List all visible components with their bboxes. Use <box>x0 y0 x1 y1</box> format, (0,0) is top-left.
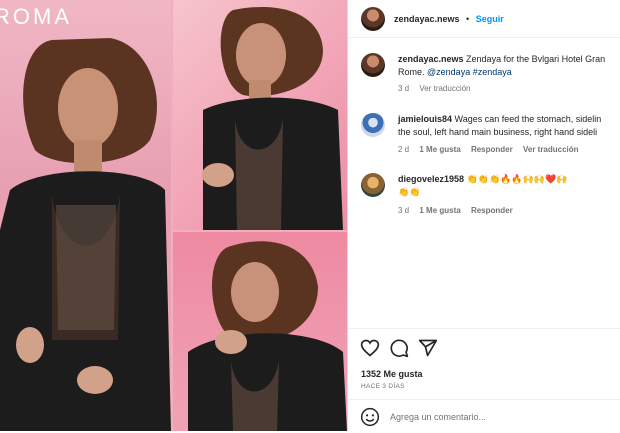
comment-time: 3 d <box>398 206 410 215</box>
photo-panel-left: ROMA <box>0 0 171 431</box>
comment-username[interactable]: diegovelez1958 <box>398 174 464 184</box>
heart-icon[interactable] <box>360 338 380 358</box>
caption: zendayac.news Zendaya for the Bvlgari Ho… <box>398 53 605 79</box>
caption-hashtags[interactable]: @zendaya #zendaya <box>427 67 512 77</box>
photo-panel-top-right <box>173 0 347 230</box>
author-username[interactable]: zendayac.news <box>394 14 460 24</box>
caption-time: 3 d <box>398 84 410 93</box>
caption-avatar[interactable] <box>361 53 385 77</box>
caption-translate-link[interactable]: Ver traducción <box>419 84 470 93</box>
comment-diegovelez1958: diegovelez1958 👏👏👏🔥🔥🙌🙌❤️🙌 👏👏 <box>398 173 567 199</box>
caption-text-line2: Rome. <box>398 67 425 77</box>
post-header: zendayac.news • Seguir <box>348 0 620 38</box>
post-actions: 1352 Me gusta HACE 3 DÍAS Agrega un come… <box>348 328 620 432</box>
caption-text: Zendaya for the Bvlgari Hotel Gran <box>466 54 606 64</box>
comment-text: 👏👏👏🔥🔥🙌🙌❤️🙌 <box>466 174 568 184</box>
comment-icon[interactable] <box>389 338 409 358</box>
comment-text-line2: 👏👏 <box>398 187 421 197</box>
comment-jamielouis84: jamielouis84 Wages can feed the stomach,… <box>398 113 601 139</box>
share-icon[interactable] <box>418 338 438 358</box>
post-sidebar: zendayac.news • Seguir zendayac.news Zen… <box>347 0 620 431</box>
author-avatar[interactable] <box>361 7 385 31</box>
follow-button[interactable]: Seguir <box>476 14 504 24</box>
reply-button[interactable]: Responder <box>471 206 513 215</box>
likes-count[interactable]: 1352 Me gusta <box>361 369 423 379</box>
comment-avatar-jamielouis84[interactable] <box>361 113 385 137</box>
reply-button[interactable]: Responder <box>471 145 513 154</box>
comment-time: 2 d <box>398 145 410 154</box>
caption-meta: 3 d Ver traducción <box>398 84 479 93</box>
translate-link[interactable]: Ver traducción <box>523 145 579 154</box>
emoji-icon[interactable] <box>360 407 380 427</box>
person-figure-top-right <box>202 6 343 230</box>
header-separator: • <box>466 14 470 24</box>
comment-text: Wages can feed the stomach, sidelin <box>454 114 602 124</box>
comment-likes[interactable]: 1 Me gusta <box>419 145 460 154</box>
person-figure-bottom-right <box>188 241 347 431</box>
comment-input[interactable]: Agrega un comentario... <box>390 412 486 422</box>
post-time-ago: HACE 3 DÍAS <box>361 383 405 390</box>
comment-username[interactable]: jamielouis84 <box>398 114 452 124</box>
comment-meta: 2 d 1 Me gusta Responder Ver traducción <box>398 145 587 154</box>
person-figure-left <box>0 38 171 431</box>
post-photo[interactable]: ROMA <box>0 0 347 431</box>
photo-panel-bottom-right <box>173 232 347 431</box>
comment-bar: Agrega un comentario... <box>348 399 620 433</box>
comment-meta: 3 d 1 Me gusta Responder <box>398 206 521 215</box>
comment-avatar-diegovelez1958[interactable] <box>361 173 385 197</box>
caption-username[interactable]: zendayac.news <box>398 54 464 64</box>
comment-likes[interactable]: 1 Me gusta <box>419 206 460 215</box>
comment-text-line2: the soul, left hand main business, right… <box>398 127 598 137</box>
